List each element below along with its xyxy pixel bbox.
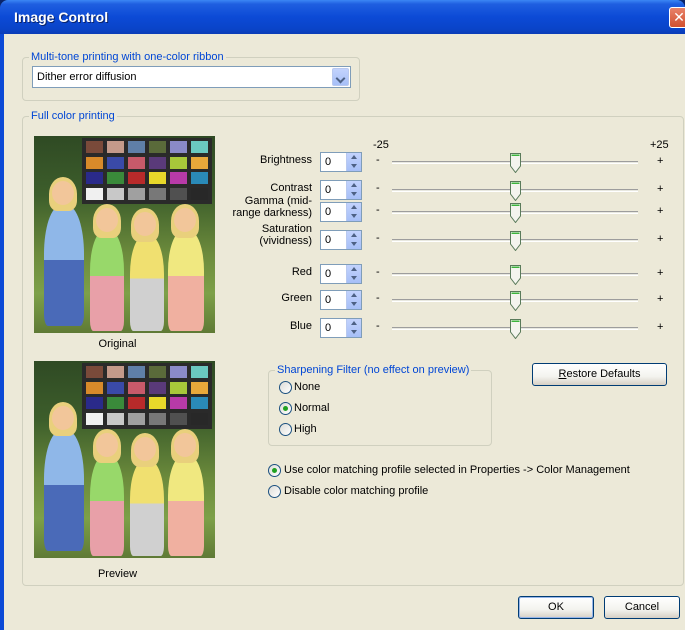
disable-color-profile-radio[interactable] xyxy=(268,485,281,498)
slider-value-spinner[interactable]: 0 xyxy=(320,202,362,222)
original-image xyxy=(34,136,215,333)
preview-caption: Preview xyxy=(97,568,138,580)
slider-value: 0 xyxy=(325,184,332,196)
title-bar[interactable]: Image Control ✕ xyxy=(0,0,685,34)
color-chart xyxy=(82,138,212,204)
spinner-arrows-icon[interactable] xyxy=(346,319,361,337)
spinner-arrows-icon[interactable] xyxy=(346,203,361,221)
sharpening-radio-normal[interactable] xyxy=(279,402,292,415)
slider-thumb[interactable] xyxy=(510,319,521,340)
slider-value-spinner[interactable]: 0 xyxy=(320,264,362,284)
slider-thumb[interactable] xyxy=(510,231,521,252)
slider-thumb[interactable] xyxy=(510,153,521,174)
fullcolor-legend: Full color printing xyxy=(29,110,117,122)
slider-plus-label: + xyxy=(657,321,664,333)
sharpening-option-label[interactable]: High xyxy=(294,423,317,435)
slider-label: Gamma (mid-range darkness) xyxy=(232,195,313,219)
slider-plus-label: + xyxy=(657,183,664,195)
slider-value: 0 xyxy=(325,206,332,218)
multitone-legend: Multi-tone printing with one-color ribbo… xyxy=(29,51,226,63)
sharpening-option-label[interactable]: None xyxy=(294,381,320,393)
spinner-arrows-icon[interactable] xyxy=(346,181,361,199)
ok-button[interactable]: OK xyxy=(518,596,594,619)
restore-defaults-button[interactable]: Restore Defaults xyxy=(532,363,667,386)
sharpening-radio-high[interactable] xyxy=(279,423,292,436)
slider-value: 0 xyxy=(325,268,332,280)
slider-plus-label: + xyxy=(657,155,664,167)
slider-value-spinner[interactable]: 0 xyxy=(320,180,362,200)
sharpening-legend: Sharpening Filter (no effect on preview) xyxy=(275,364,472,376)
spinner-arrows-icon[interactable] xyxy=(346,231,361,249)
slider-minus-label: - xyxy=(376,292,380,304)
chevron-down-icon[interactable] xyxy=(332,68,349,86)
slider-minus-label: - xyxy=(376,154,380,166)
spinner-arrows-icon[interactable] xyxy=(346,291,361,309)
multitone-selected-value: Dither error diffusion xyxy=(37,71,137,83)
slider-thumb[interactable] xyxy=(510,291,521,312)
color-chart xyxy=(82,363,212,429)
slider-value: 0 xyxy=(325,234,332,246)
slider-value: 0 xyxy=(325,322,332,334)
slider-thumb[interactable] xyxy=(510,181,521,202)
slider-value: 0 xyxy=(325,156,332,168)
spinner-arrows-icon[interactable] xyxy=(346,153,361,171)
slider-minus-label: - xyxy=(376,182,380,194)
use-color-profile-radio[interactable] xyxy=(268,464,281,477)
restore-defaults-label: estore Defaults xyxy=(566,368,641,380)
slider-label: Contrast xyxy=(270,182,312,194)
slider-label: Green xyxy=(281,292,312,304)
scale-min-label: -25 xyxy=(373,139,389,151)
sharpening-option-label[interactable]: Normal xyxy=(294,402,329,414)
slider-thumb[interactable] xyxy=(510,203,521,224)
cancel-button[interactable]: Cancel xyxy=(604,596,680,619)
slider-plus-label: + xyxy=(657,233,664,245)
slider-minus-label: - xyxy=(376,266,380,278)
sharpening-radio-none[interactable] xyxy=(279,381,292,394)
spinner-arrows-icon[interactable] xyxy=(346,265,361,283)
slider-value: 0 xyxy=(325,294,332,306)
slider-label: Brightness xyxy=(260,154,312,166)
slider-plus-label: + xyxy=(657,205,664,217)
slider-value-spinner[interactable]: 0 xyxy=(320,318,362,338)
slider-label: Blue xyxy=(289,320,312,332)
slider-plus-label: + xyxy=(657,293,664,305)
slider-plus-label: + xyxy=(657,267,664,279)
window-title: Image Control xyxy=(14,9,109,25)
slider-value-spinner[interactable]: 0 xyxy=(320,152,362,172)
original-caption: Original xyxy=(98,338,137,350)
slider-value-spinner[interactable]: 0 xyxy=(320,230,362,250)
slider-thumb[interactable] xyxy=(510,265,521,286)
slider-minus-label: - xyxy=(376,320,380,332)
color-matching-option-label[interactable]: Use color matching profile selected in P… xyxy=(284,464,630,476)
dialog-client: Multi-tone printing with one-color ribbo… xyxy=(4,34,685,630)
dialog-window: Image Control ✕ Multi-tone printing with… xyxy=(0,0,685,630)
multitone-select[interactable]: Dither error diffusion xyxy=(32,66,351,88)
slider-minus-label: - xyxy=(376,232,380,244)
slider-value-spinner[interactable]: 0 xyxy=(320,290,362,310)
slider-label: Saturation (vividness) xyxy=(259,223,312,247)
slider-minus-label: - xyxy=(376,204,380,216)
scale-max-label: +25 xyxy=(650,139,669,151)
close-icon[interactable]: ✕ xyxy=(669,7,685,28)
preview-image xyxy=(34,361,215,558)
color-matching-option-label[interactable]: Disable color matching profile xyxy=(284,485,428,497)
slider-label: Red xyxy=(291,266,312,278)
